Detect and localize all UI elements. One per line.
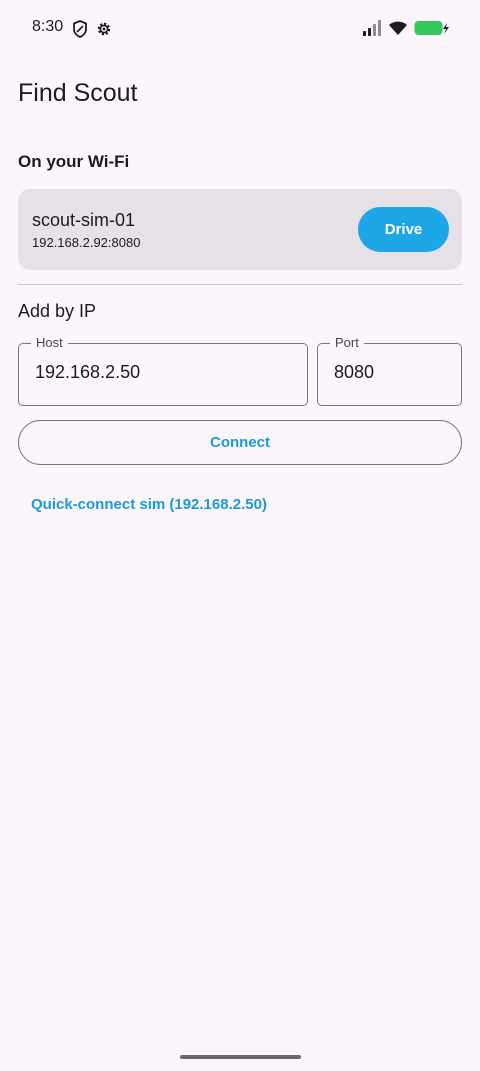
shield-icon xyxy=(72,20,88,43)
wifi-section-label: On your Wi-Fi xyxy=(18,152,130,171)
port-field[interactable]: Port xyxy=(317,335,462,406)
section-divider xyxy=(18,284,462,285)
device-card[interactable]: scout-sim-01 192.168.2.92:8080 Drive xyxy=(18,189,462,270)
device-name: scout-sim-01 xyxy=(32,210,136,230)
home-indicator[interactable] xyxy=(180,1055,301,1059)
page-title: Find Scout xyxy=(18,79,138,107)
wifi-icon xyxy=(388,20,408,41)
connect-button[interactable]: Connect xyxy=(18,420,462,465)
status-time: 8:30 xyxy=(32,18,64,35)
add-by-ip-label: Add by IP xyxy=(18,301,97,321)
device-address: 192.168.2.92:8080 xyxy=(32,235,141,250)
port-input[interactable] xyxy=(334,362,445,383)
host-field-label: Host xyxy=(31,335,68,351)
host-input[interactable] xyxy=(35,362,291,383)
status-right-icons xyxy=(362,20,450,41)
status-bar: 8:30 xyxy=(0,0,480,58)
battery-charging-icon xyxy=(414,20,450,41)
port-field-label: Port xyxy=(330,335,364,351)
gear-icon xyxy=(96,21,112,42)
host-field[interactable]: Host xyxy=(18,335,308,406)
signal-icon xyxy=(362,20,382,41)
quick-connect-link[interactable]: Quick-connect sim (192.168.2.50) xyxy=(31,496,267,513)
drive-button[interactable]: Drive xyxy=(358,207,449,252)
status-left-icons xyxy=(72,20,112,43)
